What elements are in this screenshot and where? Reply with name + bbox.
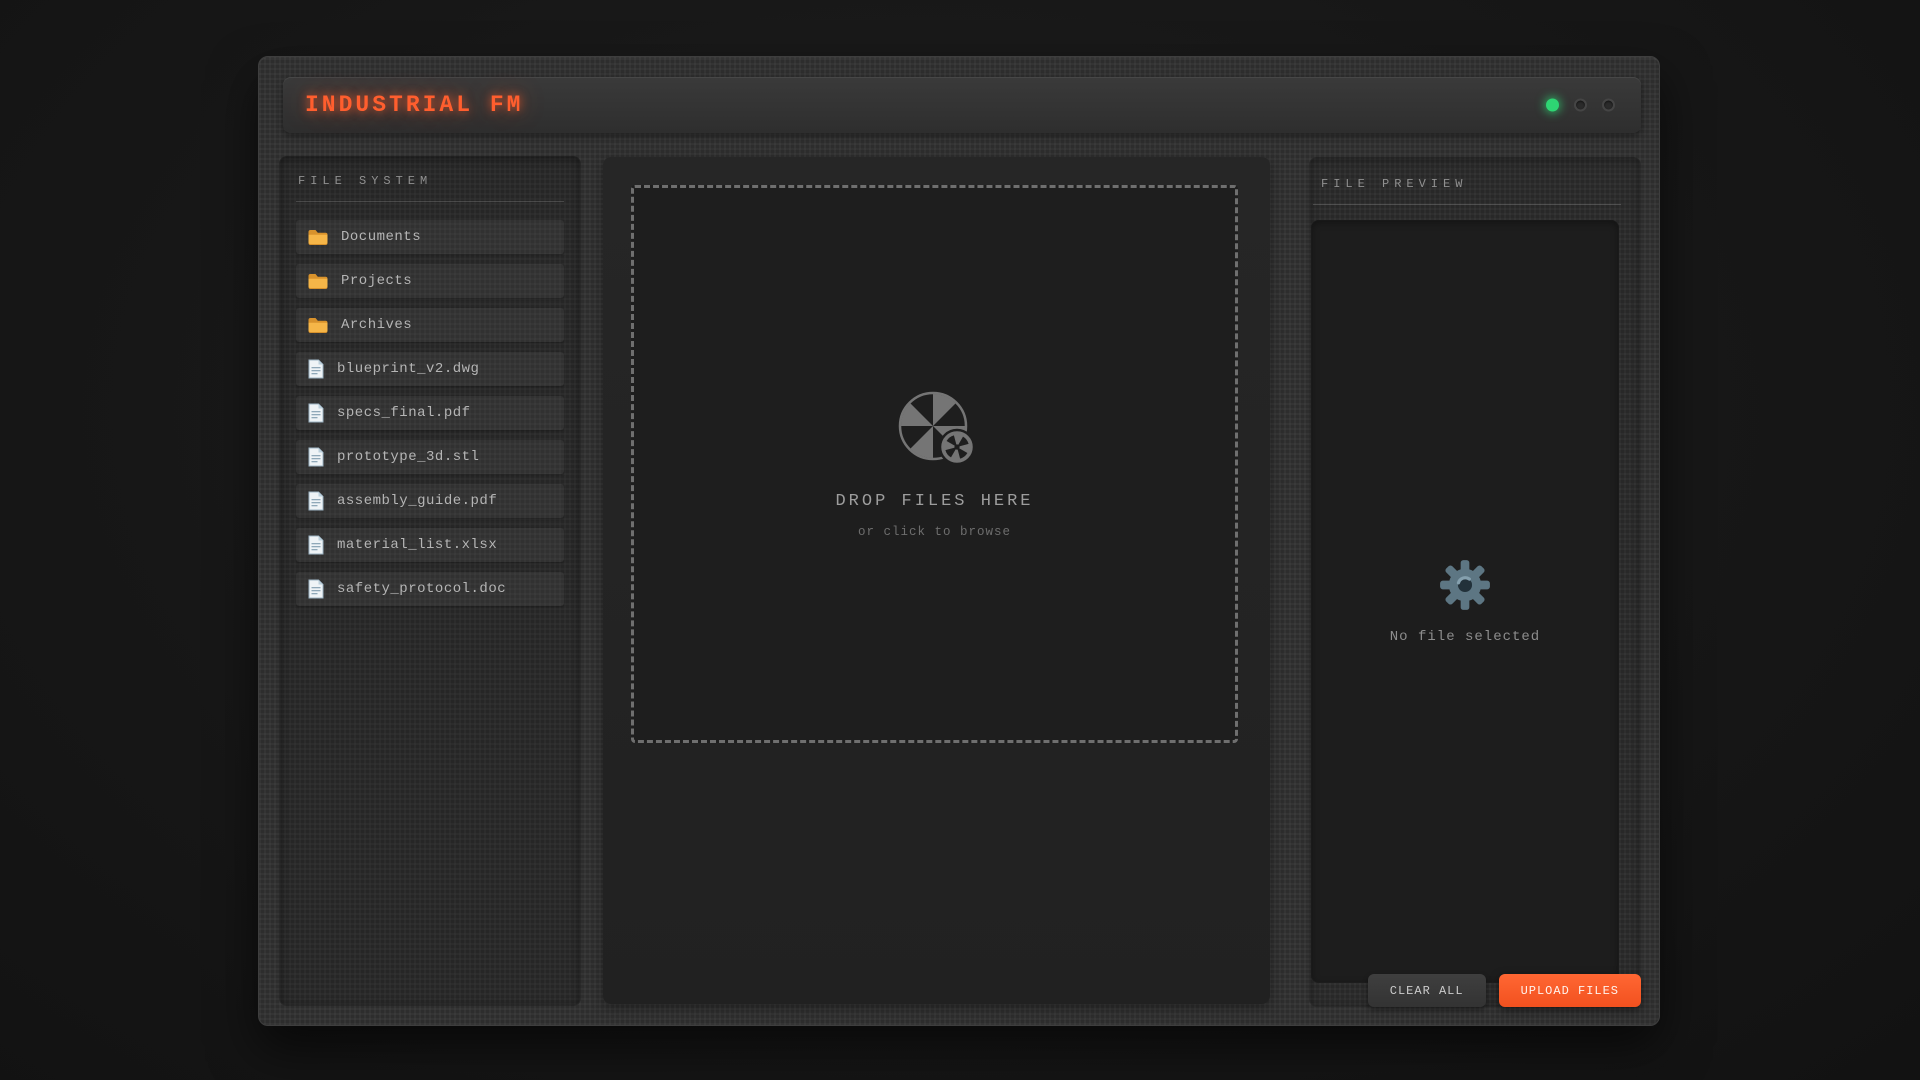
preview-box: No file selected (1311, 220, 1619, 983)
list-item-blueprint-v2-dwg[interactable]: blueprint_v2.dwg (296, 352, 564, 386)
action-buttons: CLEAR ALL UPLOAD FILES (1368, 974, 1641, 1007)
list-item-projects[interactable]: Projects (296, 264, 564, 298)
window-light-2[interactable] (1574, 99, 1587, 112)
preview-divider (1313, 204, 1621, 205)
list-item-label: Archives (341, 317, 412, 333)
list-item-prototype-3d-stl[interactable]: prototype_3d.stl (296, 440, 564, 474)
file-icon (308, 535, 324, 555)
gear-icon (1439, 559, 1491, 611)
list-item-assembly-guide-pdf[interactable]: assembly_guide.pdf (296, 484, 564, 518)
clear-all-button[interactable]: CLEAR ALL (1368, 974, 1486, 1007)
main-panel: DROP FILES HERE or click to browse (603, 157, 1270, 1004)
list-item-label: prototype_3d.stl (337, 449, 479, 465)
file-icon (308, 579, 324, 599)
list-item-documents[interactable]: Documents (296, 220, 564, 254)
app-title: INDUSTRIAL FM (305, 92, 523, 118)
file-system-panel: FILE SYSTEM Documents Projects (279, 156, 581, 1006)
file-icon (308, 447, 324, 467)
dropzone-subtitle: or click to browse (858, 525, 1011, 539)
film-reel-icon (893, 390, 977, 466)
file-icon (308, 491, 324, 511)
list-item-archives[interactable]: Archives (296, 308, 564, 342)
file-system-header: FILE SYSTEM (296, 170, 564, 188)
file-icon (308, 403, 324, 423)
app-window: INDUSTRIAL FM FILE SYSTEM Documents Proj… (258, 56, 1660, 1026)
upload-files-button[interactable]: UPLOAD FILES (1499, 974, 1641, 1007)
file-list: Documents Projects Archives (296, 220, 564, 606)
list-item-specs-final-pdf[interactable]: specs_final.pdf (296, 396, 564, 430)
window-light-1[interactable] (1546, 99, 1559, 112)
list-item-safety-protocol-doc[interactable]: safety_protocol.doc (296, 572, 564, 606)
dropzone-title: DROP FILES HERE (835, 492, 1033, 511)
list-item-label: Projects (341, 273, 412, 289)
title-bar: INDUSTRIAL FM (283, 77, 1641, 133)
list-item-label: specs_final.pdf (337, 405, 471, 421)
sidebar-divider (296, 201, 564, 202)
list-item-label: material_list.xlsx (337, 537, 497, 553)
list-item-label: assembly_guide.pdf (337, 493, 497, 509)
file-preview-panel: FILE PREVIEW (1309, 157, 1641, 1007)
file-preview-header: FILE PREVIEW (1311, 173, 1621, 191)
file-icon (308, 359, 324, 379)
list-item-label: Documents (341, 229, 421, 245)
dropzone[interactable]: DROP FILES HERE or click to browse (631, 185, 1238, 743)
window-light-3[interactable] (1602, 99, 1615, 112)
list-item-label: blueprint_v2.dwg (337, 361, 479, 377)
list-item-label: safety_protocol.doc (337, 581, 506, 597)
folder-icon (308, 229, 328, 246)
status-lights (1546, 99, 1615, 112)
preview-empty-text: No file selected (1390, 629, 1540, 645)
folder-icon (308, 317, 328, 334)
folder-icon (308, 273, 328, 290)
list-item-material-list-xlsx[interactable]: material_list.xlsx (296, 528, 564, 562)
